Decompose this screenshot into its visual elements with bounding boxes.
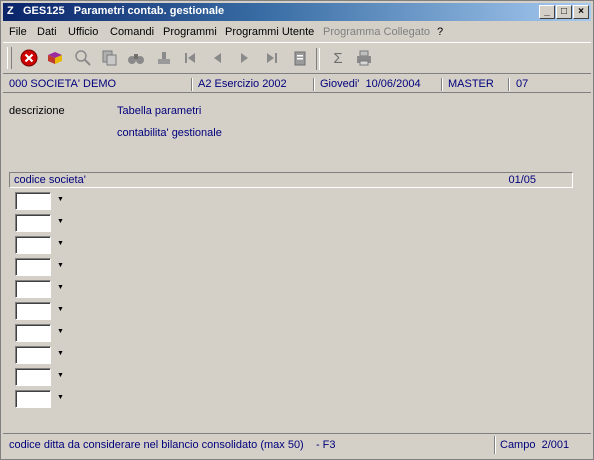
menu-programma-collegato[interactable]: Programma Collegato: [323, 26, 430, 38]
company-code-row: ▼: [15, 368, 71, 387]
company-code-row: ▼: [15, 258, 71, 277]
company-code-row: ▼: [15, 214, 71, 233]
company-name: 000 SOCIETA' DEMO: [9, 78, 117, 90]
clipboard-icon[interactable]: [289, 49, 311, 69]
company-code-row: ▼: [15, 324, 71, 343]
menu-bar: File Dati Ufficio Comandi Programmi Prog…: [3, 23, 591, 41]
divider: [441, 78, 443, 91]
company-code-input[interactable]: [15, 280, 51, 298]
divider: [508, 78, 510, 91]
company-code-row: ▼: [15, 390, 71, 409]
last-record-icon[interactable]: [261, 49, 283, 69]
dropdown-arrow-icon[interactable]: ▼: [57, 350, 64, 357]
description-label: descrizione: [9, 105, 65, 117]
menu-ufficio[interactable]: Ufficio: [68, 26, 98, 38]
company-code-input[interactable]: [15, 324, 51, 342]
company-code-input[interactable]: [15, 346, 51, 364]
company-code-input[interactable]: [15, 368, 51, 386]
toolbar-separator: [316, 48, 320, 70]
bottom-status-bar: codice ditta da considerare nel bilancio…: [3, 433, 591, 457]
terminal-code: 07: [516, 78, 529, 90]
section-page: 01/05: [508, 174, 536, 186]
menu-dati[interactable]: Dati: [37, 26, 57, 38]
first-record-icon[interactable]: [179, 49, 201, 69]
dropdown-arrow-icon[interactable]: ▼: [57, 262, 64, 269]
dropdown-arrow-icon[interactable]: ▼: [57, 196, 64, 203]
company-code-input[interactable]: [15, 192, 51, 210]
company-code-row: ▼: [15, 346, 71, 365]
print-icon[interactable]: [353, 49, 375, 69]
menu-programmi-utente[interactable]: Programmi Utente: [225, 26, 314, 38]
divider: [494, 436, 496, 454]
toolbar-grip[interactable]: [7, 47, 12, 69]
toolbar: Σ: [3, 42, 591, 74]
window-title: GES125 Parametri contab. gestionale: [23, 5, 225, 17]
title-bar[interactable]: Z GES125 Parametri contab. gestionale _ …: [3, 3, 591, 21]
company-code-input[interactable]: [15, 236, 51, 254]
company-code-row: ▼: [15, 236, 71, 255]
user-name: MASTER: [448, 78, 494, 90]
company-code-input[interactable]: [15, 258, 51, 276]
binoculars-icon[interactable]: [125, 49, 147, 69]
description-line-2: contabilita' gestionale: [117, 127, 222, 139]
dropdown-arrow-icon[interactable]: ▼: [57, 218, 64, 225]
fiscal-year: A2 Esercizio 2002: [198, 78, 287, 90]
dropdown-arrow-icon[interactable]: ▼: [57, 394, 64, 401]
copy-icon[interactable]: [98, 49, 120, 69]
next-record-icon[interactable]: [233, 49, 255, 69]
company-code-input[interactable]: [15, 390, 51, 408]
close-button[interactable]: ×: [573, 5, 589, 19]
exit-icon[interactable]: [18, 49, 40, 69]
info-bar: 000 SOCIETA' DEMO A2 Esercizio 2002 Giov…: [3, 76, 591, 93]
field-hint: codice ditta da considerare nel bilancio…: [9, 439, 336, 451]
minimize-button[interactable]: _: [539, 5, 555, 19]
current-date: Giovedi' 10/06/2004: [320, 78, 421, 90]
section-header: codice societa' 01/05: [9, 172, 573, 188]
company-code-input[interactable]: [15, 214, 51, 232]
app-icon: Z: [7, 5, 14, 17]
sigma-icon[interactable]: Σ: [327, 49, 349, 69]
dropdown-arrow-icon[interactable]: ▼: [57, 306, 64, 313]
section-title: codice societa': [14, 174, 86, 186]
stamp-icon[interactable]: [153, 49, 175, 69]
menu-comandi[interactable]: Comandi: [110, 26, 154, 38]
company-code-row: ▼: [15, 192, 71, 211]
application-window: Z GES125 Parametri contab. gestionale _ …: [0, 0, 594, 460]
company-code-input[interactable]: [15, 302, 51, 320]
prev-record-icon[interactable]: [207, 49, 229, 69]
dropdown-arrow-icon[interactable]: ▼: [57, 284, 64, 291]
field-counter: Campo 2/001: [500, 439, 570, 451]
dropdown-arrow-icon[interactable]: ▼: [57, 240, 64, 247]
divider: [191, 78, 193, 91]
divider: [313, 78, 315, 91]
book-icon[interactable]: [44, 49, 66, 69]
maximize-button[interactable]: □: [556, 5, 572, 19]
company-code-row: ▼: [15, 302, 71, 321]
company-code-row: ▼: [15, 280, 71, 299]
dropdown-arrow-icon[interactable]: ▼: [57, 372, 64, 379]
menu-programmi[interactable]: Programmi: [163, 26, 217, 38]
zoom-icon[interactable]: [72, 49, 94, 69]
menu-help[interactable]: ?: [437, 26, 443, 38]
dropdown-arrow-icon[interactable]: ▼: [57, 328, 64, 335]
description-line-1: Tabella parametri: [117, 105, 202, 117]
menu-file[interactable]: File: [9, 26, 27, 38]
